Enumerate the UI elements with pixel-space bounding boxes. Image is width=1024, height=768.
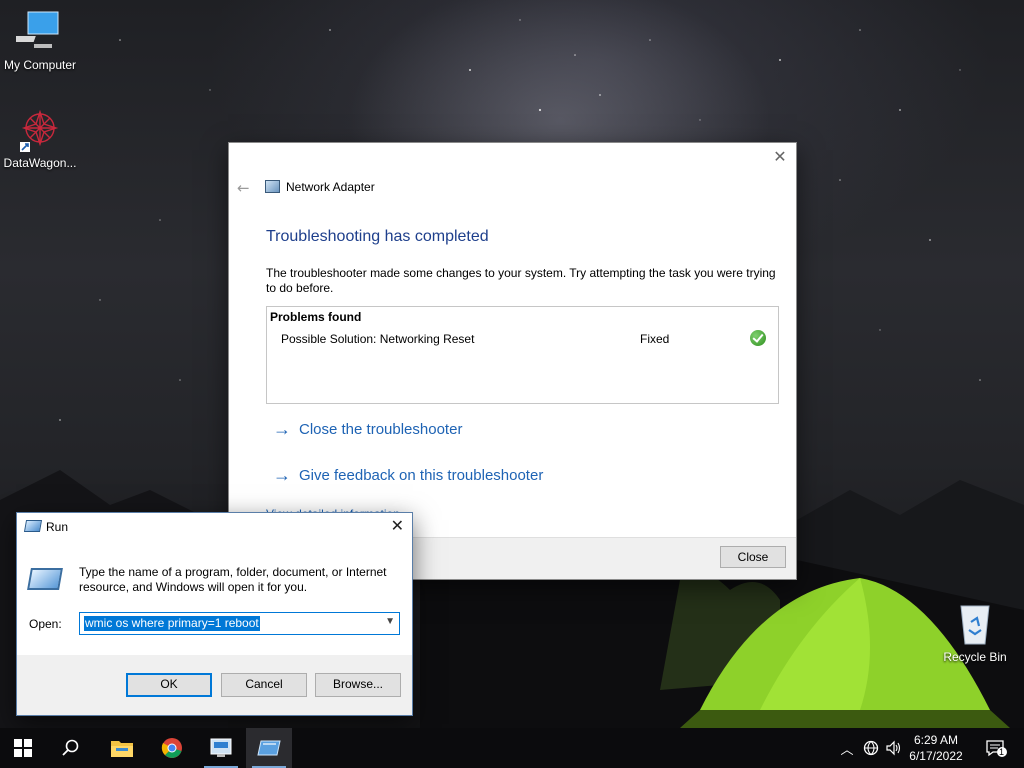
search-button[interactable] bbox=[48, 728, 94, 768]
description-text: The troubleshooter made some changes to … bbox=[266, 266, 776, 295]
troubleshooter-icon bbox=[210, 738, 232, 757]
desktop-icon-my-computer[interactable]: My Computer bbox=[0, 8, 80, 72]
cancel-button[interactable]: Cancel bbox=[221, 673, 307, 697]
run-program-icon bbox=[27, 568, 63, 590]
open-combobox[interactable]: wmic os where primary=1 reboot ▼ bbox=[79, 612, 400, 635]
run-dialog: Run ✕ Type the name of a program, folder… bbox=[16, 512, 413, 716]
taskbar-file-explorer[interactable] bbox=[99, 728, 145, 768]
close-troubleshooter-link[interactable]: → Close the troubleshooter bbox=[273, 419, 462, 440]
check-icon bbox=[750, 330, 766, 346]
open-label: Open: bbox=[29, 617, 62, 631]
action-center-button[interactable]: 1 bbox=[978, 728, 1014, 768]
volume-icon[interactable] bbox=[884, 728, 904, 768]
taskbar-run[interactable] bbox=[246, 728, 292, 768]
desktop-icon-label: Recycle Bin bbox=[943, 650, 1007, 664]
network-icon[interactable] bbox=[861, 728, 881, 768]
window-title: Network Adapter bbox=[286, 180, 375, 194]
run-icon bbox=[23, 520, 43, 532]
close-icon[interactable]: ✕ bbox=[391, 517, 404, 535]
arrow-right-icon: → bbox=[273, 419, 291, 439]
chevron-down-icon[interactable]: ▼ bbox=[385, 616, 395, 627]
problem-label: Possible Solution: Networking Reset bbox=[281, 332, 475, 346]
close-icon[interactable]: ✕ bbox=[772, 149, 788, 165]
taskbar-troubleshooter[interactable] bbox=[198, 728, 244, 768]
desktop-icon-label: DataWagon... bbox=[3, 156, 77, 170]
network-adapter-icon bbox=[265, 180, 280, 193]
recycle-bin-icon bbox=[951, 600, 999, 648]
taskbar-chrome[interactable] bbox=[149, 728, 195, 768]
problems-found-header: Problems found bbox=[270, 310, 362, 324]
problem-status: Fixed bbox=[640, 332, 670, 346]
desktop-icon-datawagon[interactable]: DataWagon... bbox=[0, 106, 80, 170]
run-footer: OK Cancel Browse... bbox=[17, 655, 412, 715]
close-button[interactable]: Close bbox=[720, 546, 786, 568]
file-explorer-icon bbox=[111, 741, 133, 757]
computer-icon bbox=[7, 8, 64, 56]
run-titlebar[interactable]: Run ✕ bbox=[17, 513, 412, 541]
taskbar: ︿ 6:29 AM 6/17/2022 1 bbox=[0, 728, 1024, 768]
start-icon bbox=[14, 739, 32, 757]
chrome-icon bbox=[161, 738, 182, 758]
browse-button[interactable]: Browse... bbox=[315, 673, 401, 697]
link-label: Close the troubleshooter bbox=[299, 421, 463, 438]
arrow-right-icon: → bbox=[273, 465, 291, 485]
clock-time: 6:29 AM bbox=[913, 733, 959, 747]
desktop-icon-recycle-bin[interactable]: Recycle Bin bbox=[935, 600, 1015, 664]
back-arrow-icon[interactable]: ← bbox=[237, 179, 250, 197]
problems-found-panel: Problems found Possible Solution: Networ… bbox=[266, 306, 779, 404]
link-label: Give feedback on this troubleshooter bbox=[299, 467, 544, 484]
clock-date: 6/17/2022 bbox=[909, 749, 963, 763]
run-description: Type the name of a program, folder, docu… bbox=[79, 565, 387, 594]
chevron-up-icon[interactable]: ︿ bbox=[838, 728, 856, 768]
open-input-value[interactable]: wmic os where primary=1 reboot bbox=[84, 616, 260, 631]
clock[interactable]: 6:29 AM 6/17/2022 bbox=[906, 732, 966, 764]
start-button[interactable] bbox=[0, 728, 46, 768]
run-icon bbox=[257, 740, 281, 756]
ok-button[interactable]: OK bbox=[126, 673, 212, 697]
run-title: Run bbox=[46, 520, 69, 534]
give-feedback-link[interactable]: → Give feedback on this troubleshooter bbox=[273, 465, 543, 486]
search-icon bbox=[62, 739, 79, 756]
page-title: Troubleshooting has completed bbox=[266, 228, 489, 245]
notification-count: 1 bbox=[999, 747, 1005, 757]
datawagon-icon bbox=[16, 106, 64, 154]
notification-icon bbox=[986, 740, 1007, 757]
desktop-icon-label: My Computer bbox=[3, 58, 77, 72]
